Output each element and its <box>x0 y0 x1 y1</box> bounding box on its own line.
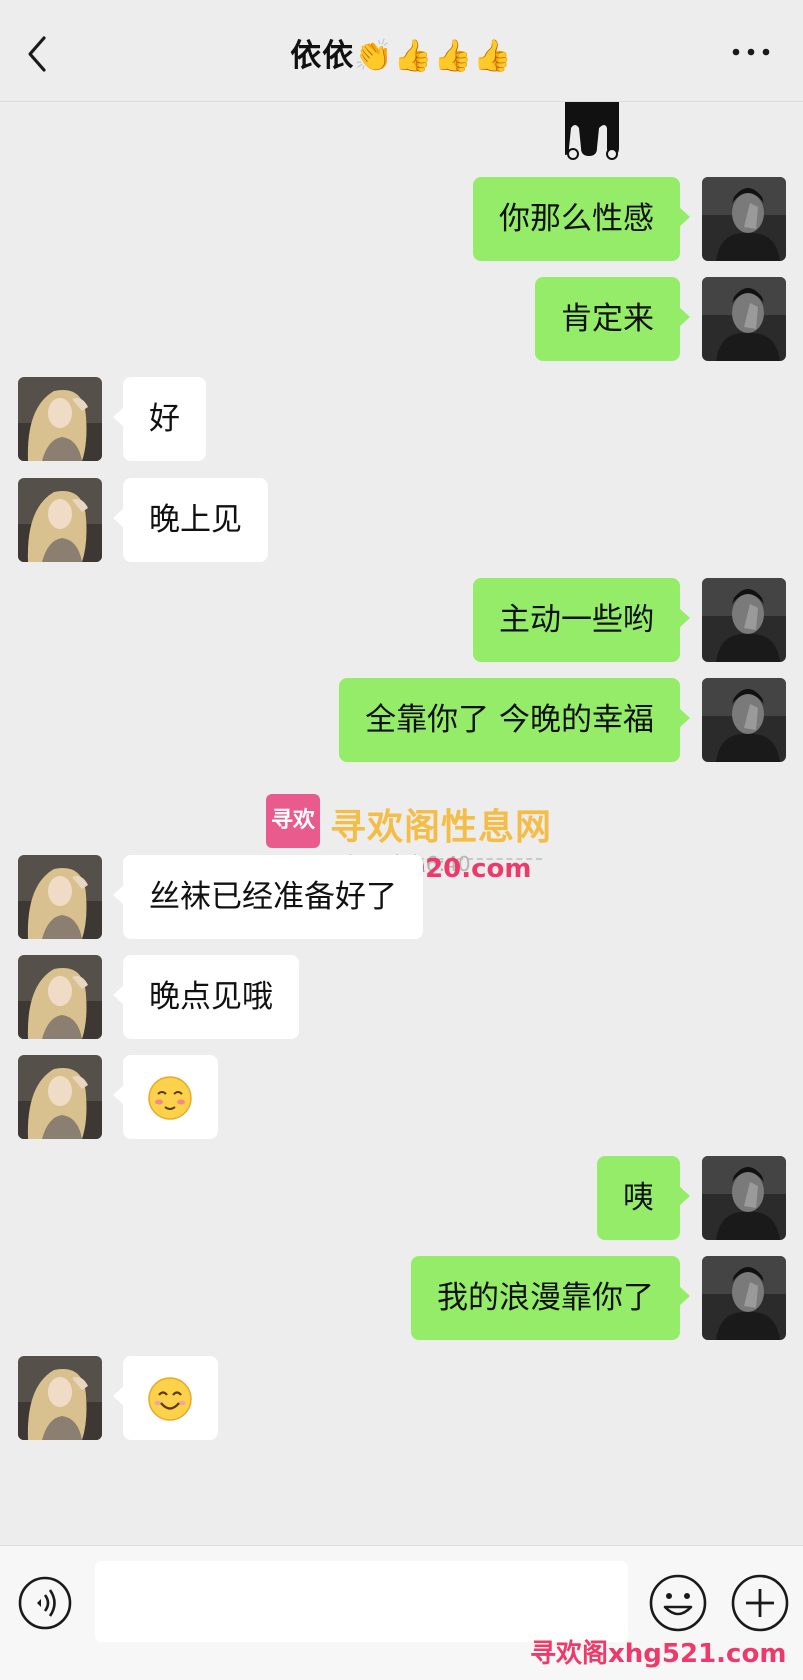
image-message[interactable] <box>563 100 621 162</box>
message-bubble[interactable]: 你那么性感 <box>473 177 690 261</box>
ellipsis-icon[interactable] <box>731 40 771 64</box>
message-row: 晚点见哦 <box>0 955 803 1039</box>
message-bubble[interactable]: 晚上见 <box>113 478 268 562</box>
contact-avatar[interactable] <box>18 855 102 939</box>
message-row: 肯定来 <box>0 277 803 361</box>
watermark-footer: 寻欢阁xhg521.com <box>530 1639 787 1669</box>
emoji-bubble[interactable] <box>113 1356 218 1440</box>
watermark-title: 寻欢阁性息网 <box>330 807 553 848</box>
message-bubble[interactable]: 晚点见哦 <box>113 955 299 1039</box>
message-row: 晚上见 <box>0 478 803 562</box>
contact-avatar[interactable] <box>18 1356 102 1440</box>
self-avatar[interactable] <box>702 277 786 361</box>
message-bubble[interactable]: 我的浪漫靠你了 <box>411 1256 690 1340</box>
contact-avatar[interactable] <box>18 955 102 1039</box>
contact-avatar[interactable] <box>18 1055 102 1139</box>
watermark-logo: 寻欢 <box>266 794 320 848</box>
message-bubble[interactable]: 咦 <box>597 1156 690 1240</box>
chat-area[interactable]: 你那么性感 肯定来 好 晚上见 主动一些哟 全靠你了 今晚的幸福 晚上6:40 … <box>0 0 803 1545</box>
message-row: 丝袜已经准备好了 <box>0 855 803 939</box>
self-avatar[interactable] <box>702 678 786 762</box>
chat-header: 依依👏👍👍👍 <box>0 0 803 102</box>
message-input[interactable] <box>95 1561 628 1642</box>
self-avatar[interactable] <box>702 1256 786 1340</box>
message-row: 我的浪漫靠你了 <box>0 1256 803 1340</box>
voice-icon[interactable] <box>17 1575 73 1631</box>
plus-icon[interactable] <box>730 1573 790 1633</box>
chat-title: 依依👏👍👍👍 <box>290 38 513 74</box>
message-row: 咦 <box>0 1156 803 1240</box>
message-bubble[interactable]: 全靠你了 今晚的幸福 <box>339 678 690 762</box>
emoji-bubble[interactable] <box>113 1055 218 1139</box>
contact-avatar[interactable] <box>18 377 102 461</box>
message-bubble[interactable]: 丝袜已经准备好了 <box>113 855 423 939</box>
message-row <box>0 1055 803 1139</box>
self-avatar[interactable] <box>702 578 786 662</box>
message-row: 主动一些哟 <box>0 578 803 662</box>
smile-emoji-icon <box>148 1377 192 1421</box>
self-avatar[interactable] <box>702 1156 786 1240</box>
contact-avatar[interactable] <box>18 478 102 562</box>
message-row: 好 <box>0 377 803 461</box>
emoji-icon[interactable] <box>648 1573 708 1633</box>
shy-smile-emoji-icon <box>148 1076 192 1120</box>
self-avatar[interactable] <box>702 177 786 261</box>
message-bubble[interactable]: 肯定来 <box>535 277 690 361</box>
message-row: 全靠你了 今晚的幸福 <box>0 678 803 762</box>
message-row <box>0 1356 803 1440</box>
message-bubble[interactable]: 主动一些哟 <box>473 578 690 662</box>
message-bubble[interactable]: 好 <box>113 377 206 461</box>
message-row: 你那么性感 <box>0 177 803 261</box>
